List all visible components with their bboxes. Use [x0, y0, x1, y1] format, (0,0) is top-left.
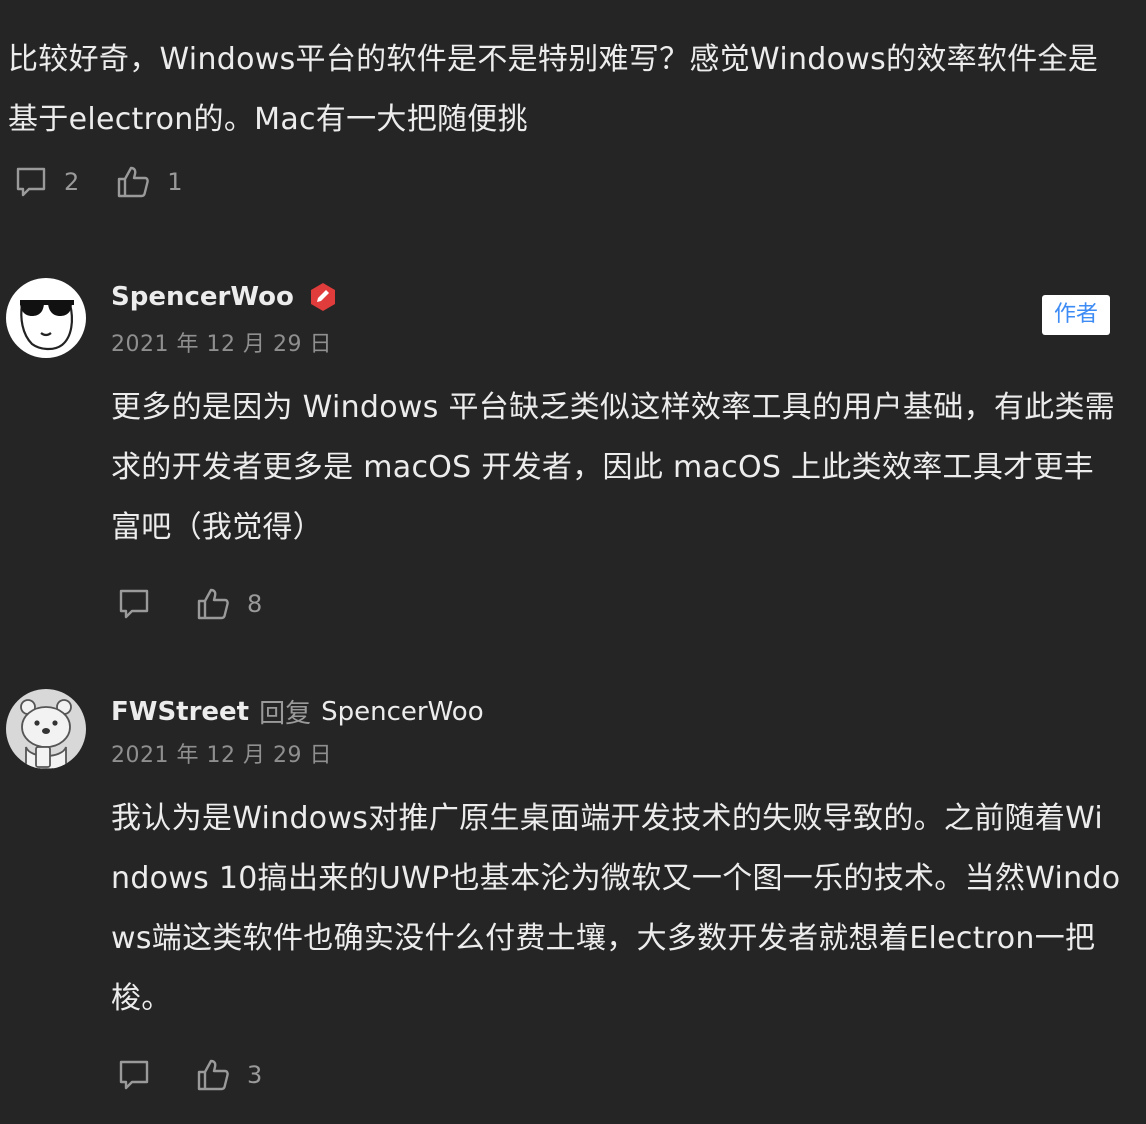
reply-button[interactable] — [117, 1058, 151, 1092]
root-comment-actions: 2 1 — [8, 162, 1128, 202]
like-count: 3 — [247, 1061, 263, 1089]
comment-bubble-icon — [119, 1060, 149, 1090]
author-tag-badge: 作者 — [1042, 295, 1110, 335]
sunglasses-avatar-icon — [20, 300, 74, 351]
animal-avatar-icon — [20, 699, 72, 769]
reply-text: 我认为是Windows对推广原生桌面端开发技术的失败导致的。之前随着Window… — [111, 801, 1121, 1016]
like-button[interactable]: 8 — [195, 586, 262, 622]
root-comment-text: 比较好奇，Windows平台的软件是不是特别难写？感觉Windows的效率软件全… — [8, 42, 1099, 137]
reply-actions: 3 — [111, 1055, 1121, 1095]
author-line: SpencerWoo — [111, 282, 338, 312]
root-like-count: 1 — [167, 168, 183, 196]
reply-text: 更多的是因为 Windows 平台缺乏类似这样效率工具的用户基础，有此类需求的开… — [111, 390, 1116, 545]
root-like-button[interactable]: 1 — [115, 164, 183, 200]
root-reply-button[interactable]: 2 — [14, 165, 79, 199]
root-reply-count: 2 — [64, 168, 80, 196]
avatar[interactable] — [6, 278, 86, 358]
reply-body: 我认为是Windows对推广原生桌面端开发技术的失败导致的。之前随着Window… — [111, 789, 1121, 1095]
root-comment: 比较好奇，Windows平台的软件是不是特别难写？感觉Windows的效率软件全… — [8, 30, 1128, 202]
reply-date: 2021 年 12 月 29 日 — [111, 743, 332, 768]
author-line: FWStreet 回复 SpencerWoo — [111, 693, 484, 730]
thumbs-up-icon — [197, 1059, 229, 1091]
thumbs-up-icon — [118, 166, 150, 198]
reply-button[interactable] — [117, 587, 151, 621]
author-name[interactable]: SpencerWoo — [111, 282, 294, 312]
like-count: 8 — [247, 590, 263, 618]
author-name[interactable]: FWStreet — [111, 697, 249, 727]
like-button[interactable]: 3 — [195, 1057, 262, 1093]
reply-body: 更多的是因为 Windows 平台缺乏类似这样效率工具的用户基础，有此类需求的开… — [111, 378, 1121, 624]
thumbs-up-icon — [197, 588, 229, 620]
reply-actions: 8 — [111, 584, 1121, 624]
reply-to-author[interactable]: SpencerWoo — [321, 697, 483, 727]
comment-bubble-icon — [119, 589, 149, 619]
avatar[interactable] — [6, 689, 86, 769]
comment-bubble-icon — [16, 167, 46, 197]
reply-to-label: 回复 — [259, 699, 312, 729]
reply-date: 2021 年 12 月 29 日 — [111, 332, 332, 357]
verified-pen-badge-icon — [308, 282, 338, 312]
